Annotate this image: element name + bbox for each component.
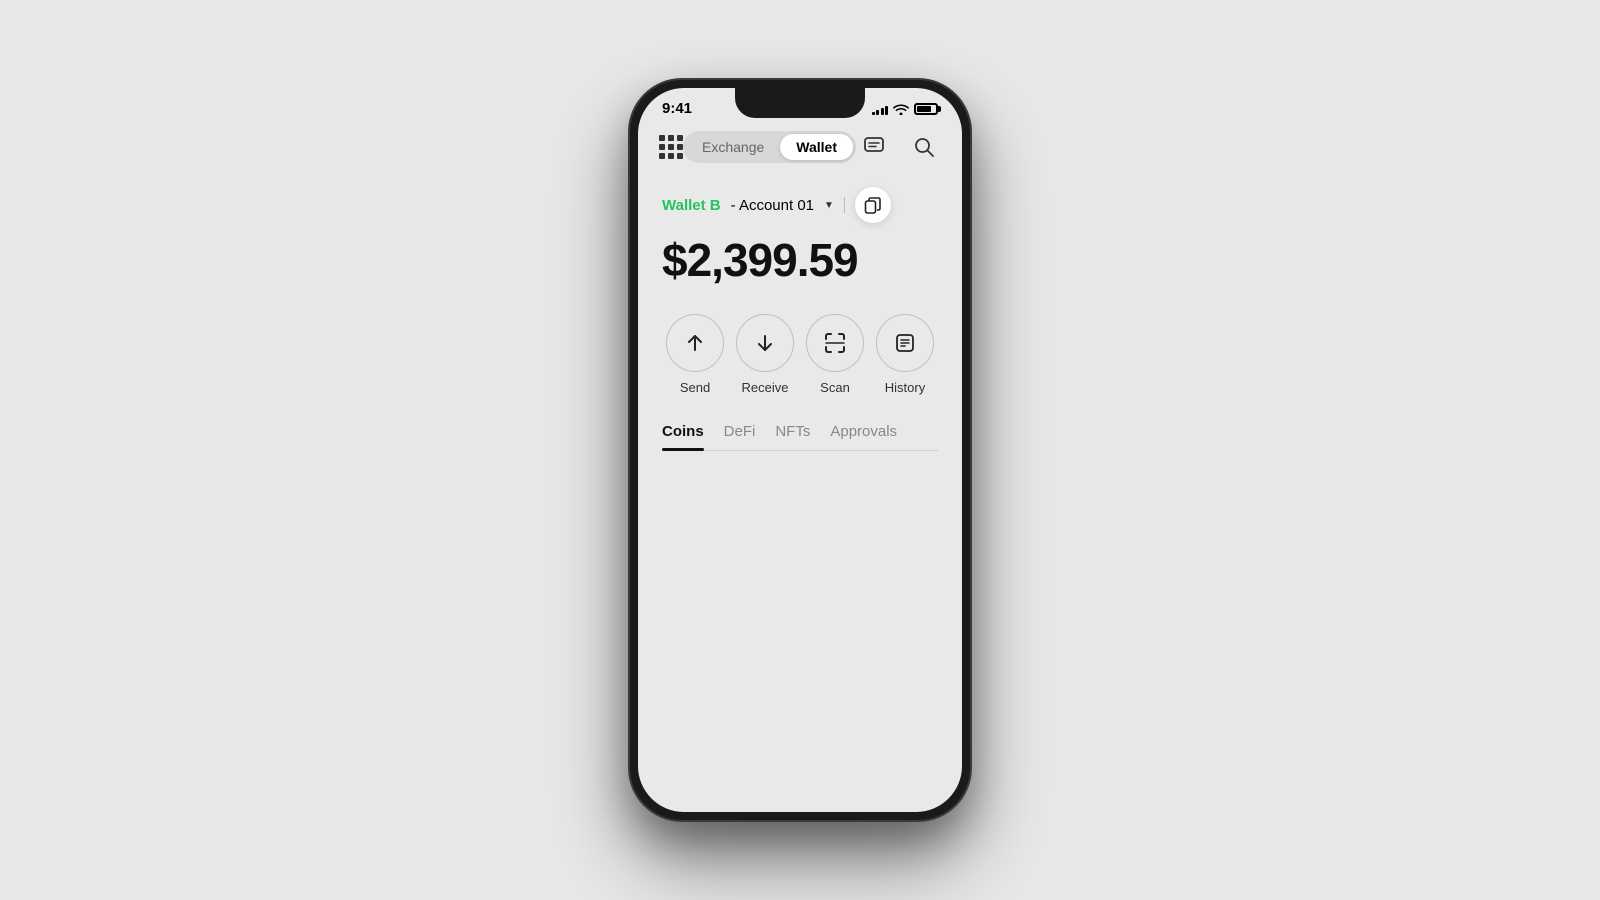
status-icons <box>872 103 939 115</box>
phone-screen: 9:41 <box>638 88 962 812</box>
receive-button[interactable]: Receive <box>736 314 794 395</box>
tab-defi[interactable]: DeFi <box>724 423 756 450</box>
copy-icon <box>864 196 882 214</box>
status-time: 9:41 <box>662 100 692 117</box>
copy-address-button[interactable] <box>855 187 891 223</box>
notch <box>735 88 865 118</box>
action-buttons: Send Receive <box>662 314 938 395</box>
tab-coins[interactable]: Coins <box>662 423 704 450</box>
top-nav: Exchange Wallet <box>638 121 962 177</box>
history-icon <box>894 332 916 354</box>
tab-nfts[interactable]: NFTs <box>775 423 810 450</box>
tab-exchange[interactable]: Exchange <box>686 134 780 160</box>
search-button[interactable] <box>906 129 942 165</box>
scan-label: Scan <box>820 380 850 395</box>
send-icon <box>684 332 706 354</box>
search-icon <box>913 136 935 158</box>
tab-wallet[interactable]: Wallet <box>780 134 853 160</box>
scan-icon-circle <box>806 314 864 372</box>
dropdown-icon[interactable]: ▼ <box>824 200 834 211</box>
messages-icon <box>863 136 885 158</box>
separator <box>844 197 845 213</box>
tab-approvals[interactable]: Approvals <box>830 423 897 450</box>
scan-icon <box>823 331 847 355</box>
battery-icon <box>914 103 938 115</box>
receive-label: Receive <box>742 380 789 395</box>
grid-menu-button[interactable] <box>658 129 683 165</box>
main-content: Wallet B - Account 01 ▼ $2,399.59 <box>638 177 962 812</box>
content-tabs: Coins DeFi NFTs Approvals <box>662 423 938 451</box>
balance-display: $2,399.59 <box>662 235 938 286</box>
scan-button[interactable]: Scan <box>806 314 864 395</box>
history-icon-circle <box>876 314 934 372</box>
nav-actions <box>856 129 942 165</box>
messages-button[interactable] <box>856 129 892 165</box>
history-label: History <box>885 380 925 395</box>
receive-icon <box>754 332 776 354</box>
phone-frame: 9:41 <box>630 80 970 820</box>
receive-icon-circle <box>736 314 794 372</box>
account-header: Wallet B - Account 01 ▼ <box>662 187 938 223</box>
account-name: - Account 01 <box>731 197 814 214</box>
signal-icon <box>872 103 889 115</box>
grid-icon <box>659 135 683 159</box>
send-label: Send <box>680 380 710 395</box>
history-button[interactable]: History <box>876 314 934 395</box>
send-icon-circle <box>666 314 724 372</box>
send-button[interactable]: Send <box>666 314 724 395</box>
tab-switcher: Exchange Wallet <box>683 131 856 163</box>
wallet-name: Wallet B <box>662 197 721 214</box>
wifi-icon <box>893 103 909 115</box>
